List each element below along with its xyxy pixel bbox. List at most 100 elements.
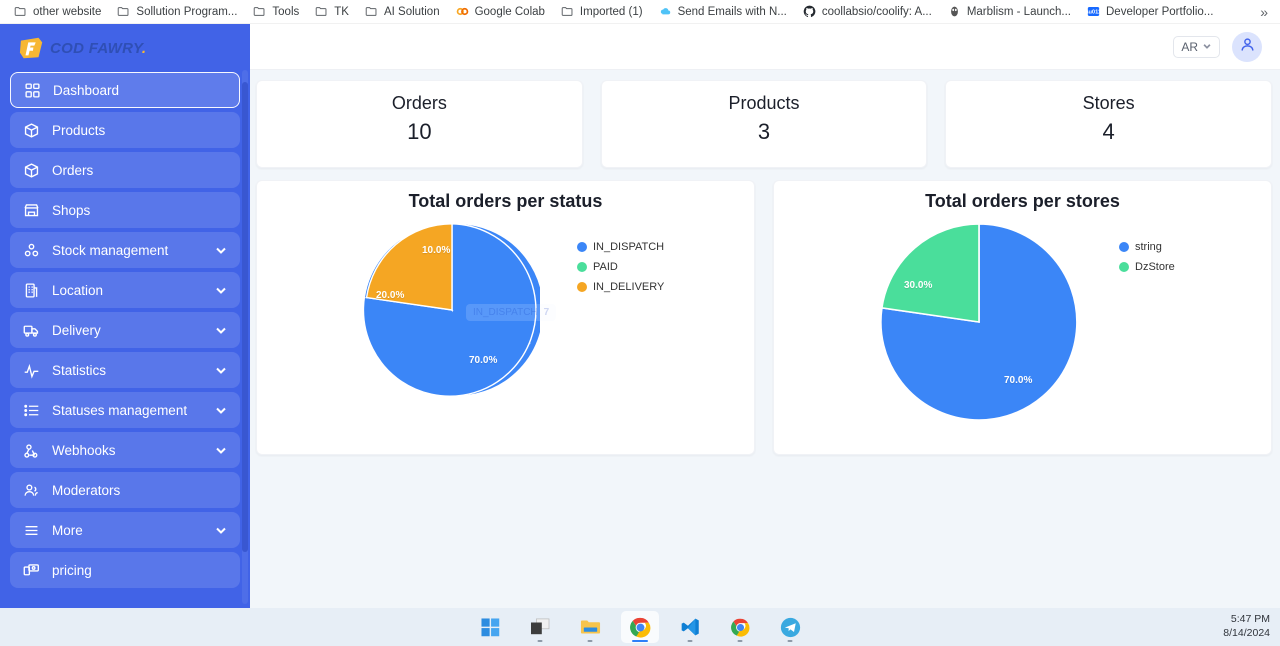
legend-label: string <box>1135 241 1162 253</box>
folder-icon <box>561 5 574 18</box>
bookmark-item[interactable]: Sollution Program... <box>109 2 245 22</box>
stat-cards-row: Orders 10 Products 3 Stores 4 <box>256 80 1273 168</box>
legend-item[interactable]: DzStore <box>1119 261 1175 273</box>
chart-body: 70.0% 30.0% string DzStore <box>774 216 1271 441</box>
sidebar-scrollbar-thumb[interactable] <box>242 82 248 552</box>
app-window: COD FAWRY. Dashboard Products Orders Sho… <box>0 24 1280 608</box>
chrome-button[interactable] <box>621 611 659 643</box>
colab-icon <box>456 5 469 18</box>
language-value: AR <box>1181 39 1198 54</box>
vscode-button[interactable] <box>671 611 709 643</box>
cloud-icon <box>659 5 672 18</box>
sidebar-item-pricing[interactable]: pricing <box>10 552 240 588</box>
chevron-down-icon <box>214 403 228 417</box>
bookmark-label: other website <box>33 5 102 18</box>
sidebar-item-stock-management[interactable]: Stock management <box>10 232 240 268</box>
start-button[interactable] <box>471 611 509 643</box>
sidebar-item-label: Moderators <box>52 482 121 498</box>
taskbar-clock[interactable]: 5:47 PM 8/14/2024 <box>1223 608 1270 646</box>
stack-icon <box>22 241 40 259</box>
legend-color-swatch <box>577 242 587 252</box>
stat-title: Products <box>728 93 800 113</box>
bookmark-label: Sollution Program... <box>136 5 238 18</box>
bookmark-item[interactable]: AI Solution <box>357 2 448 22</box>
sidebar-item-label: Stock management <box>52 242 169 258</box>
chevron-down-icon <box>214 243 228 257</box>
stat-card-orders: Orders 10 <box>256 80 583 168</box>
bookmark-label: Send Emails with N... <box>677 5 787 18</box>
chrome-2-button[interactable] <box>721 611 759 643</box>
running-indicator <box>737 639 743 642</box>
grid-icon <box>23 81 41 99</box>
sidebar-item-statuses-management[interactable]: Statuses management <box>10 392 240 428</box>
chart-card-orders-per-status: Total orders per status 70.0% 20.0% 10.0… <box>256 180 755 455</box>
stat-card-stores: Stores 4 <box>945 80 1273 168</box>
bookmark-item[interactable]: B\u0113 Developer Portfolio... <box>1079 2 1221 22</box>
legend-item[interactable]: IN_DELIVERY <box>577 281 664 293</box>
bookmark-item[interactable]: TK <box>307 2 357 22</box>
chart-title: Total orders per stores <box>925 191 1120 211</box>
chevron-down-icon <box>1202 40 1212 54</box>
bookmark-item[interactable]: Send Emails with N... <box>651 2 795 22</box>
behance-icon: B\u0113 <box>1087 5 1100 18</box>
running-indicator <box>537 639 543 642</box>
app-logo[interactable]: COD FAWRY. <box>10 24 240 72</box>
legend-item[interactable]: string <box>1119 241 1175 253</box>
legend-label: DzStore <box>1135 261 1175 273</box>
bookmark-label: Google Colab <box>474 5 545 18</box>
sidebar-item-moderators[interactable]: Moderators <box>10 472 240 508</box>
sidebar-item-more[interactable]: More <box>10 512 240 548</box>
sidebar-item-delivery[interactable]: Delivery <box>10 312 240 348</box>
sidebar-item-webhooks[interactable]: Webhooks <box>10 432 240 468</box>
sidebar-item-orders[interactable]: Orders <box>10 152 240 188</box>
bookmark-item[interactable]: Imported (1) <box>553 2 651 22</box>
folder-icon <box>253 5 266 18</box>
stat-title: Stores <box>1082 93 1135 113</box>
main-area: AR Orders 10 Products 3 Stores 4 Total o… <box>250 24 1280 608</box>
sidebar-item-dashboard[interactable]: Dashboard <box>10 72 240 108</box>
svg-text:B\u0113: B\u0113 <box>1087 10 1100 16</box>
sidebar-item-products[interactable]: Products <box>10 112 240 148</box>
logo-mark-icon <box>18 35 46 61</box>
pie-chart-stores[interactable]: 70.0% 30.0% <box>879 222 1079 427</box>
avatar[interactable] <box>1232 31 1262 62</box>
legend-color-swatch <box>577 262 587 272</box>
legend-item[interactable]: PAID <box>577 261 664 273</box>
pie-chart-status[interactable]: 70.0% 20.0% 10.0% IN_DISPATCH 7 <box>364 222 557 403</box>
chevron-down-icon <box>214 443 228 457</box>
bookmarks-overflow-button[interactable]: » <box>1254 2 1274 22</box>
logo-text: COD FAWRY. <box>50 39 147 57</box>
file-explorer-button[interactable] <box>571 611 609 643</box>
bookmark-item[interactable]: coollabsio/coolify: A... <box>795 2 940 22</box>
sidebar-item-label: Products <box>52 122 106 138</box>
legend-item[interactable]: IN_DISPATCH <box>577 241 664 253</box>
telegram-button[interactable] <box>771 611 809 643</box>
folder-icon <box>117 5 130 18</box>
list-icon <box>22 401 40 419</box>
user-icon <box>1239 36 1256 58</box>
users-icon <box>22 481 40 499</box>
taskbar: 5:47 PM 8/14/2024 <box>0 608 1280 646</box>
pricing-icon <box>22 561 40 579</box>
stat-card-products: Products 3 <box>600 80 928 168</box>
bookmark-item[interactable]: Tools <box>245 2 307 22</box>
bookmark-item[interactable]: Marblism - Launch... <box>940 2 1079 22</box>
taskbar-icons <box>471 611 809 643</box>
running-indicator <box>787 639 793 642</box>
sidebar-item-shops[interactable]: Shops <box>10 192 240 228</box>
sidebar-item-location[interactable]: Location <box>10 272 240 308</box>
legend-label: IN_DISPATCH <box>593 241 665 253</box>
folder-icon <box>14 5 27 18</box>
chart-legend-stores: string DzStore <box>1119 241 1175 273</box>
bookmark-item[interactable]: other website <box>6 2 109 22</box>
pulse-icon <box>22 361 40 379</box>
language-selector[interactable]: AR <box>1173 35 1220 58</box>
clock-date: 8/14/2024 <box>1223 627 1270 639</box>
sidebar-item-label: Delivery <box>52 322 101 338</box>
sidebar-item-statistics[interactable]: Statistics <box>10 352 240 388</box>
task-view-button[interactable] <box>521 611 559 643</box>
sidebar-item-label: Location <box>52 282 104 298</box>
menu-icon <box>22 521 40 539</box>
bookmark-item[interactable]: Google Colab <box>448 2 553 22</box>
folder-icon <box>365 5 378 18</box>
